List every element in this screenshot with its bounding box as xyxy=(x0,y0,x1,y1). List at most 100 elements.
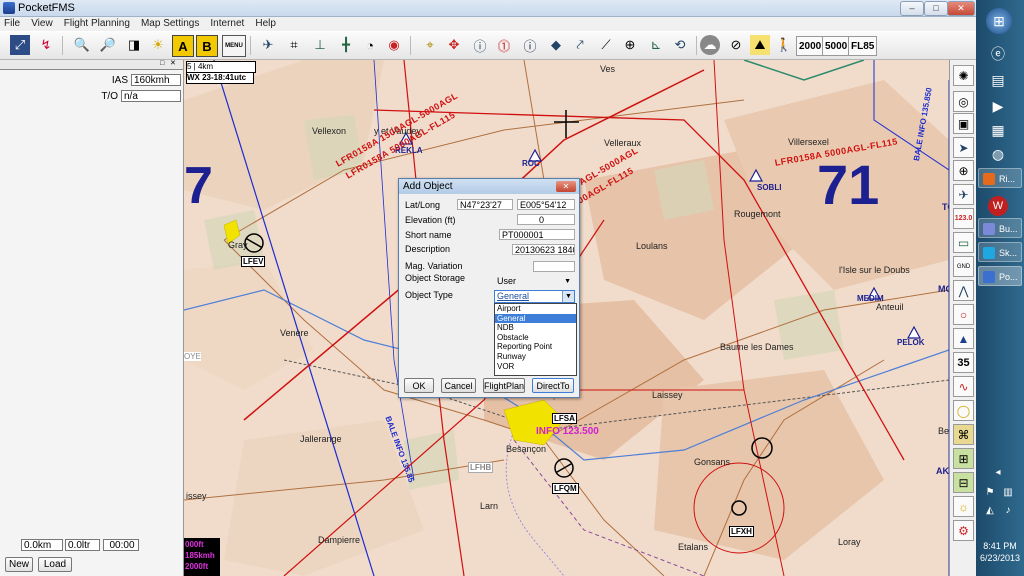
map-tools-icon[interactable]: ⤢ xyxy=(10,35,30,55)
layers-icon[interactable]: ◨ xyxy=(124,35,144,55)
option-ndb[interactable]: NDB xyxy=(495,323,576,333)
altitude-5000-button[interactable]: 5000 xyxy=(822,36,851,56)
ring-icon[interactable]: ◯ xyxy=(953,400,974,421)
triangle-icon[interactable]: ▲ xyxy=(953,328,974,349)
start-button[interactable]: ⊞ xyxy=(986,8,1012,34)
maximize-button[interactable]: □ xyxy=(924,1,948,16)
add-point-icon[interactable]: ⊕ xyxy=(620,35,640,55)
new-button[interactable]: New xyxy=(5,557,33,572)
flightplan-button[interactable]: FlightPlan xyxy=(483,378,525,393)
altitude-2000-button[interactable]: 2000 xyxy=(796,36,825,56)
taskbar-item-bu[interactable]: Bu... xyxy=(978,218,1022,238)
taskbar-item-firefox[interactable]: Ri... xyxy=(978,168,1022,188)
menu-help[interactable]: Help xyxy=(251,17,280,31)
pointer-icon[interactable]: ➤ xyxy=(953,137,974,158)
weather-icon[interactable]: ☀ xyxy=(148,35,168,55)
cloud-icon[interactable]: ☁ xyxy=(700,35,720,55)
shortname-field[interactable]: PT000001 xyxy=(499,229,575,240)
nav-icon[interactable]: ◆ xyxy=(546,35,566,55)
airport-lfqm[interactable]: LFQM xyxy=(552,483,579,494)
ie-icon[interactable]: ⓔ xyxy=(988,44,1008,64)
dialog-close-button[interactable]: ✕ xyxy=(556,181,576,192)
media-icon[interactable]: ▶ xyxy=(988,96,1008,116)
option-reporting-point[interactable]: Reporting Point xyxy=(495,342,576,352)
center-icon[interactable]: ⟋ xyxy=(596,35,616,55)
w-app-icon[interactable]: W xyxy=(988,196,1008,216)
description-field[interactable]: 20130623 1840- xyxy=(512,244,575,255)
navaid-sobli[interactable]: SOBLI xyxy=(757,183,781,192)
tray-flag-icon[interactable]: ⚑ xyxy=(980,482,1000,502)
tray-arrow-icon[interactable]: ◂ xyxy=(988,462,1008,482)
airport-lfev[interactable]: LFEV xyxy=(241,256,266,267)
panel-restore-icon[interactable]: □ xyxy=(160,60,164,68)
tray-drive-icon[interactable]: ◭ xyxy=(980,500,1000,520)
person-icon[interactable]: 🚶 xyxy=(774,35,794,55)
waypoint-icon[interactable]: ╋ xyxy=(336,35,356,55)
storage-select[interactable]: User ▼ xyxy=(494,275,575,286)
menu-flight-planning[interactable]: Flight Planning xyxy=(60,17,134,31)
menu-map-settings[interactable]: Map Settings xyxy=(137,17,203,31)
chrome-icon[interactable]: ◍ xyxy=(988,144,1008,164)
chevron-down-icon[interactable]: ▼ xyxy=(562,291,574,302)
option-general[interactable]: General xyxy=(495,313,576,324)
clock-icon[interactable]: ◔ xyxy=(360,35,380,55)
circle-icon[interactable]: ○ xyxy=(953,304,974,325)
fit-icon[interactable]: ⌗ xyxy=(284,35,304,55)
b-button[interactable]: B xyxy=(196,35,218,57)
menu-button[interactable]: MENU xyxy=(222,35,246,57)
load-button[interactable]: Load xyxy=(38,557,72,572)
ground-icon[interactable]: GND xyxy=(953,256,974,277)
radio-icon[interactable]: ▭ xyxy=(953,232,974,253)
angle-icon[interactable]: ⊾ xyxy=(646,35,666,55)
object-type-select[interactable]: General ▼ xyxy=(494,290,575,303)
map-alt-icon[interactable]: ⊞ xyxy=(953,448,974,469)
latitude-field[interactable]: N47°23'27 xyxy=(457,199,513,210)
tray-volume-icon[interactable]: ♪ xyxy=(998,500,1018,520)
airport-lfxh[interactable]: LFXH xyxy=(729,526,754,537)
route-icon[interactable]: ↯ xyxy=(36,35,56,55)
layers-icon[interactable]: ◎ xyxy=(953,91,974,112)
camera-icon[interactable]: ⊟ xyxy=(953,472,974,493)
weather-icon[interactable]: ☼ xyxy=(953,496,974,517)
airport-lfsa[interactable]: LFSA xyxy=(552,413,577,424)
direct-to-icon[interactable]: ⟲ xyxy=(670,35,690,55)
navaid-medim[interactable]: MEDIM xyxy=(857,294,884,303)
a-button[interactable]: A xyxy=(172,35,194,57)
app-icon[interactable]: ▦ xyxy=(988,120,1008,140)
tray-network-icon[interactable]: ▥ xyxy=(998,482,1018,502)
ias-field[interactable]: 160kmh xyxy=(131,74,181,86)
move-icon[interactable]: ✥ xyxy=(444,35,464,55)
antenna-icon[interactable]: ⋀ xyxy=(953,280,974,301)
elevation-field[interactable]: 0 xyxy=(517,214,575,225)
option-obstacle[interactable]: Obstacle xyxy=(495,333,576,343)
minimize-button[interactable]: – xyxy=(900,1,924,16)
option-airport[interactable]: Airport xyxy=(495,304,576,314)
zoom-in-icon[interactable]: 🔍 xyxy=(72,35,92,55)
folder-icon[interactable]: ▤ xyxy=(988,70,1008,90)
navaid-roc[interactable]: ROC xyxy=(522,159,540,168)
airplane-icon[interactable]: ✈ xyxy=(953,184,974,205)
gear-icon[interactable]: ⚙ xyxy=(953,520,974,541)
compass-icon[interactable]: ✺ xyxy=(953,65,974,86)
ok-button[interactable]: OK xyxy=(404,378,434,393)
wave-icon[interactable]: ∿ xyxy=(953,376,974,397)
menu-view[interactable]: View xyxy=(27,17,57,31)
menu-internet[interactable]: Internet xyxy=(206,17,248,31)
panel-close-icon[interactable]: ✕ xyxy=(170,60,176,68)
menu-file[interactable]: File xyxy=(0,17,24,31)
close-button[interactable]: ✕ xyxy=(947,1,975,16)
speed-icon[interactable]: 123.0 xyxy=(953,208,974,229)
target-icon[interactable]: ⊕ xyxy=(953,160,974,181)
fl85-button[interactable]: FL85 xyxy=(848,36,878,56)
info-icon[interactable]: ⓘ xyxy=(470,35,490,55)
crosshair-icon[interactable]: ⌖ xyxy=(420,35,440,55)
taskbar-item-skype[interactable]: Sk... xyxy=(978,242,1022,262)
cancel-button[interactable]: Cancel xyxy=(441,378,476,393)
target-icon[interactable]: ◉ xyxy=(384,35,404,55)
option-vor[interactable]: VOR xyxy=(495,362,576,372)
info-alt-icon[interactable]: ⓘ xyxy=(520,35,540,55)
navaid-pelok[interactable]: PELOK xyxy=(897,338,925,347)
option-runway[interactable]: Runway xyxy=(495,352,576,362)
taskbar-clock[interactable]: 8:41 PM 6/23/2013 xyxy=(976,540,1024,564)
runway-icon[interactable]: ⊥ xyxy=(310,35,330,55)
